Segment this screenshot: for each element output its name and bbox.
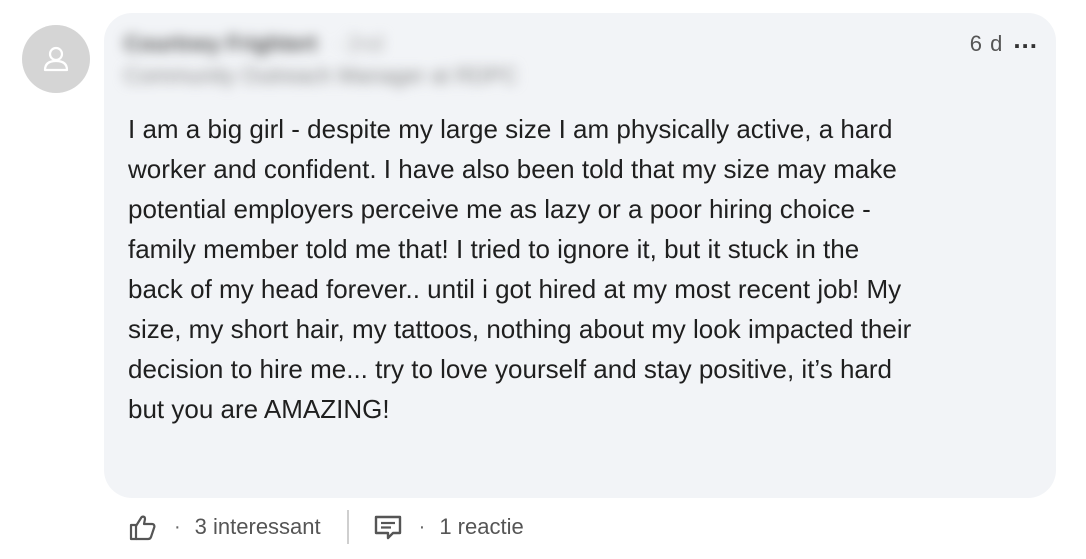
reply-button[interactable]	[373, 512, 403, 542]
comment-body: I am a big girl - despite my large size …	[128, 114, 912, 424]
more-options-button[interactable]: ...	[1013, 26, 1038, 52]
person-icon	[43, 46, 69, 72]
author-headline: Community Outreach Manager at RDPC	[124, 63, 518, 88]
comment-bubble: Courtney Frightert · 2nd Community Outre…	[104, 13, 1056, 498]
comment-meta: 6 d ...	[969, 26, 1038, 57]
author-degree: · 2nd	[333, 31, 384, 56]
author-name[interactable]: Courtney Frightert · 2nd	[124, 31, 383, 57]
separator-dot: ·	[418, 515, 426, 538]
separator-dot: ·	[174, 515, 181, 538]
avatar[interactable]	[22, 25, 90, 93]
thumbs-up-icon	[129, 515, 156, 541]
action-divider	[346, 510, 349, 544]
reactions-count[interactable]: 3 interessant	[195, 514, 321, 540]
comment-timestamp: 6 d	[969, 31, 1004, 56]
replies-count[interactable]: 1 reactie	[439, 514, 523, 540]
comment-actions: · 3 interessant · 1 reactie	[128, 508, 524, 546]
react-button[interactable]	[128, 512, 158, 542]
comment-icon	[374, 515, 401, 540]
